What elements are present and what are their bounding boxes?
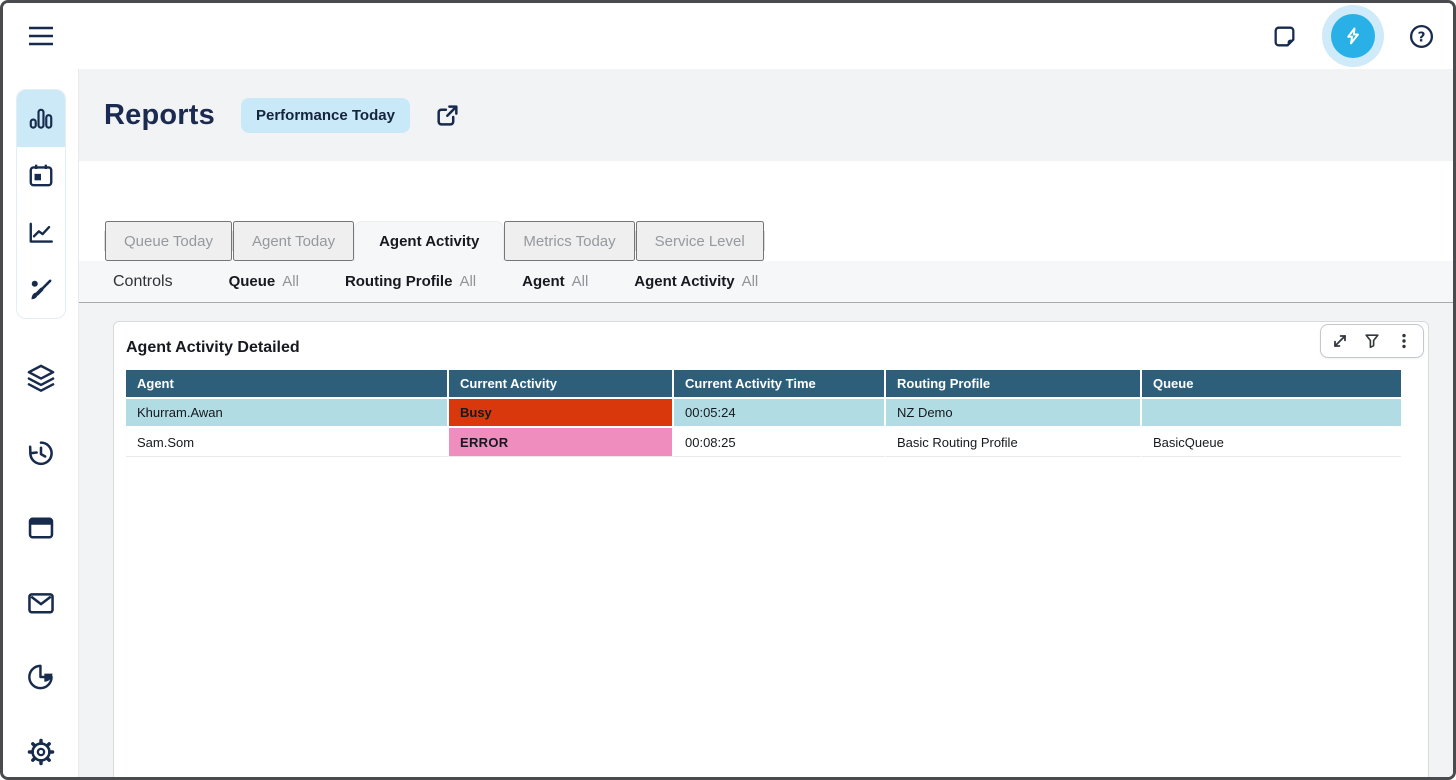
- settings-gear-icon: [26, 737, 56, 767]
- column-header-routing-profile: Routing Profile: [886, 370, 1142, 399]
- table-row: Sam.Som ERROR 00:08:25 Basic Routing Pro…: [126, 428, 1401, 457]
- help-icon[interactable]: ?: [1408, 23, 1435, 50]
- pie-chart-icon: [26, 662, 56, 692]
- cell-current-activity: Busy: [449, 399, 674, 428]
- table-header-row: Agent Current Activity Current Activity …: [126, 370, 1401, 399]
- sidebar-item-mail[interactable]: [3, 588, 79, 618]
- history-icon: [26, 438, 56, 468]
- sidebar-item-dashboard[interactable]: [3, 513, 79, 543]
- cell-current-activity-time: 00:08:25: [674, 428, 886, 457]
- column-header-agent: Agent: [126, 370, 449, 399]
- main-content: Reports Performance Today Queue Today Ag…: [79, 69, 1453, 777]
- browser-window-icon: [26, 513, 56, 543]
- column-header-current-activity-time: Current Activity Time: [674, 370, 886, 399]
- cell-routing-profile: NZ Demo: [886, 399, 1142, 428]
- filter-routing-profile-value: All: [459, 273, 476, 290]
- mail-icon: [26, 588, 56, 618]
- filter-routing-profile-name: Routing Profile: [345, 273, 453, 290]
- expand-icon[interactable]: [1327, 329, 1353, 353]
- report-content: Agent Activity Detailed Agent Current Ac…: [79, 303, 1453, 777]
- cell-agent: Khurram.Awan: [126, 399, 449, 428]
- card-toolbar: [1320, 324, 1424, 358]
- cell-queue: BasicQueue: [1142, 428, 1401, 457]
- filter-routing-profile[interactable]: Routing Profile All: [345, 273, 476, 290]
- filter-agent-name: Agent: [522, 273, 565, 290]
- report-card: Agent Activity Detailed Agent Current Ac…: [113, 321, 1429, 780]
- filter-funnel-icon[interactable]: [1359, 329, 1385, 353]
- tab-service-level[interactable]: Service Level: [636, 221, 764, 261]
- topbar: ?: [3, 3, 1453, 69]
- lightning-button-halo: [1322, 5, 1384, 67]
- tab-agent-today[interactable]: Agent Today: [233, 221, 354, 261]
- agent-activity-table: Agent Current Activity Current Activity …: [126, 370, 1401, 457]
- filter-agent-activity-name: Agent Activity: [634, 273, 734, 290]
- filter-agent[interactable]: Agent All: [522, 273, 588, 290]
- page-header: Reports Performance Today: [79, 69, 1453, 161]
- report-badge[interactable]: Performance Today: [241, 98, 410, 133]
- bar-chart-icon: [27, 105, 55, 133]
- sidebar-item-settings[interactable]: [3, 737, 79, 767]
- sidebar-item-history[interactable]: [3, 438, 79, 468]
- filter-agent-activity-value: All: [742, 273, 759, 290]
- svg-text:?: ?: [1418, 29, 1426, 45]
- filter-agent-activity[interactable]: Agent Activity All: [634, 273, 758, 290]
- sidebar-item-customize[interactable]: [17, 261, 65, 318]
- external-link-icon[interactable]: [434, 102, 461, 129]
- filter-queue-name: Queue: [229, 273, 276, 290]
- tab-separator: [764, 231, 765, 251]
- sidebar: [3, 69, 79, 777]
- menu-icon[interactable]: [27, 22, 55, 50]
- paint-brush-icon: [27, 276, 55, 304]
- filter-agent-value: All: [572, 273, 589, 290]
- sidebar-item-reports-pie[interactable]: [3, 662, 79, 692]
- sidebar-item-layers[interactable]: [3, 363, 79, 393]
- column-header-queue: Queue: [1142, 370, 1401, 399]
- sidebar-item-reports[interactable]: [17, 90, 65, 147]
- note-icon[interactable]: [1271, 23, 1298, 50]
- cell-queue: [1142, 399, 1401, 428]
- topbar-actions: ?: [1271, 3, 1435, 69]
- cell-current-activity: ERROR: [449, 428, 674, 457]
- filter-queue[interactable]: Queue All: [229, 273, 299, 290]
- column-header-current-activity: Current Activity: [449, 370, 674, 399]
- line-chart-icon: [27, 219, 55, 247]
- cell-routing-profile: Basic Routing Profile: [886, 428, 1142, 457]
- lightning-icon[interactable]: [1331, 14, 1375, 58]
- tab-queue-today[interactable]: Queue Today: [105, 221, 232, 261]
- app-window: ?: [0, 0, 1456, 780]
- tabs-band: Queue Today Agent Today Agent Activity M…: [79, 161, 1453, 261]
- calendar-icon: [27, 162, 55, 190]
- tab-agent-activity[interactable]: Agent Activity: [354, 221, 504, 261]
- table-row: Khurram.Awan Busy 00:05:24 NZ Demo: [126, 399, 1401, 428]
- filter-queue-value: All: [282, 273, 299, 290]
- page-title: Reports: [104, 99, 215, 132]
- cell-agent: Sam.Som: [126, 428, 449, 457]
- report-title: Agent Activity Detailed: [126, 339, 1428, 357]
- cell-current-activity-time: 00:05:24: [674, 399, 886, 428]
- controls-label: Controls: [113, 273, 173, 291]
- sidebar-item-schedule[interactable]: [17, 147, 65, 204]
- sidebar-item-analytics[interactable]: [17, 204, 65, 261]
- tab-metrics-today[interactable]: Metrics Today: [504, 221, 634, 261]
- layers-icon: [26, 363, 56, 393]
- controls-bar: Controls Queue All Routing Profile All Age…: [79, 261, 1453, 303]
- sidebar-icon-group: [16, 89, 66, 319]
- report-tabs: Queue Today Agent Today Agent Activity M…: [104, 221, 765, 261]
- kebab-menu-icon[interactable]: [1391, 329, 1417, 353]
